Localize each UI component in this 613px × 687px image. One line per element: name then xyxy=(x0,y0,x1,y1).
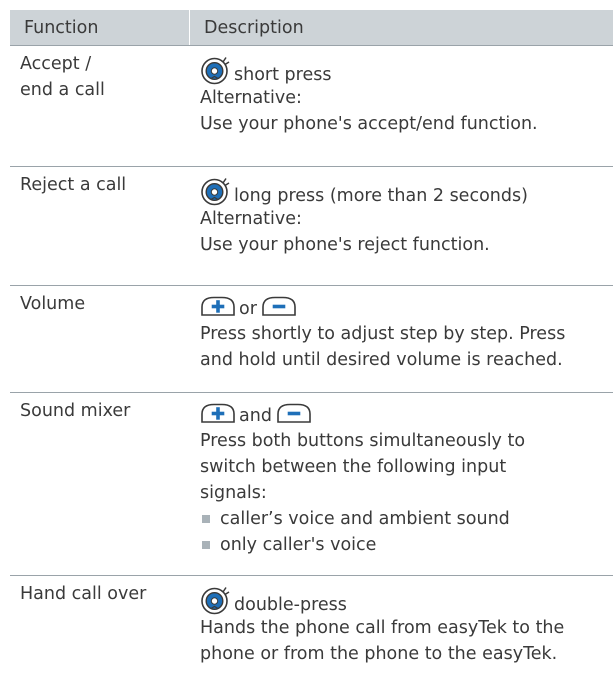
function-label: Reject a call xyxy=(20,175,127,195)
description-text: Hands the phone call from easyTek to the xyxy=(200,618,565,638)
plus-button-icon xyxy=(200,403,236,424)
function-label: Sound mixer xyxy=(20,401,131,421)
press-type-text: short press xyxy=(234,65,332,85)
description-text: Press both buttons simultaneously to xyxy=(200,431,526,451)
function-cell: Reject a call xyxy=(10,167,190,285)
description-cell: long press (more than 2 seconds) Alterna… xyxy=(190,167,613,285)
description-text: signals: xyxy=(200,483,267,503)
description-text: Press shortly to adjust step by step. Pr… xyxy=(200,324,566,344)
table-row-reject-call: Reject a call long press (more than 2 se… xyxy=(10,167,613,286)
description-cell: double-press Hands the phone call from e… xyxy=(190,576,613,686)
alternative-label: Alternative: xyxy=(200,88,302,108)
description-cell: or Press shortly to adjust step by step.… xyxy=(190,286,613,392)
description-text: switch between the following input xyxy=(200,457,507,477)
function-label: Hand call over xyxy=(20,584,147,604)
connector-text: or xyxy=(239,299,257,319)
function-table: Function Description Accept / end a call… xyxy=(10,10,613,686)
function-label: Volume xyxy=(20,294,86,314)
function-cell: Sound mixer xyxy=(10,393,190,575)
function-cell: Hand call over xyxy=(10,576,190,686)
bullet-text: only caller's voice xyxy=(220,535,377,555)
bullet-icon xyxy=(202,515,210,523)
table-header: Function Description xyxy=(10,10,613,46)
alternative-text: Use your phone's reject function. xyxy=(200,235,490,255)
bullet-icon xyxy=(202,541,210,549)
connector-text: and xyxy=(239,406,272,426)
description-cell: short press Alternative: Use your phone'… xyxy=(190,46,613,166)
table-row-sound-mixer: Sound mixer and Press both buttons simul… xyxy=(10,393,613,576)
press-type-text: double-press xyxy=(234,595,347,615)
description-text: phone or from the phone to the easyTek. xyxy=(200,644,558,664)
alternative-label: Alternative: xyxy=(200,209,302,229)
function-cell: Accept / end a call xyxy=(10,46,190,166)
header-function: Function xyxy=(10,10,190,45)
plus-button-icon xyxy=(200,296,236,317)
function-cell: Volume xyxy=(10,286,190,392)
header-description: Description xyxy=(204,17,304,38)
list-item: only caller's voice xyxy=(200,532,613,558)
table-row-accept-end-call: Accept / end a call short press Alternat… xyxy=(10,46,613,167)
minus-button-icon xyxy=(261,296,297,317)
minus-button-icon xyxy=(276,403,312,424)
function-label: end a call xyxy=(20,80,105,100)
function-label: Accept / xyxy=(20,54,92,74)
description-cell: and Press both buttons simultaneously to… xyxy=(190,393,613,575)
table-row-volume: Volume or Press shortly to adjust step b… xyxy=(10,286,613,393)
multifunction-button-icon xyxy=(200,176,230,206)
press-type-text: long press (more than 2 seconds) xyxy=(234,186,528,206)
bullet-text: caller’s voice and ambient sound xyxy=(220,509,510,529)
multifunction-button-icon xyxy=(200,585,230,615)
table-row-hand-call-over: Hand call over double-press Hands the ph… xyxy=(10,576,613,686)
multifunction-button-icon xyxy=(200,55,230,85)
alternative-text: Use your phone's accept/end function. xyxy=(200,114,538,134)
list-item: caller’s voice and ambient sound xyxy=(200,506,613,532)
description-text: and hold until desired volume is reached… xyxy=(200,350,563,370)
